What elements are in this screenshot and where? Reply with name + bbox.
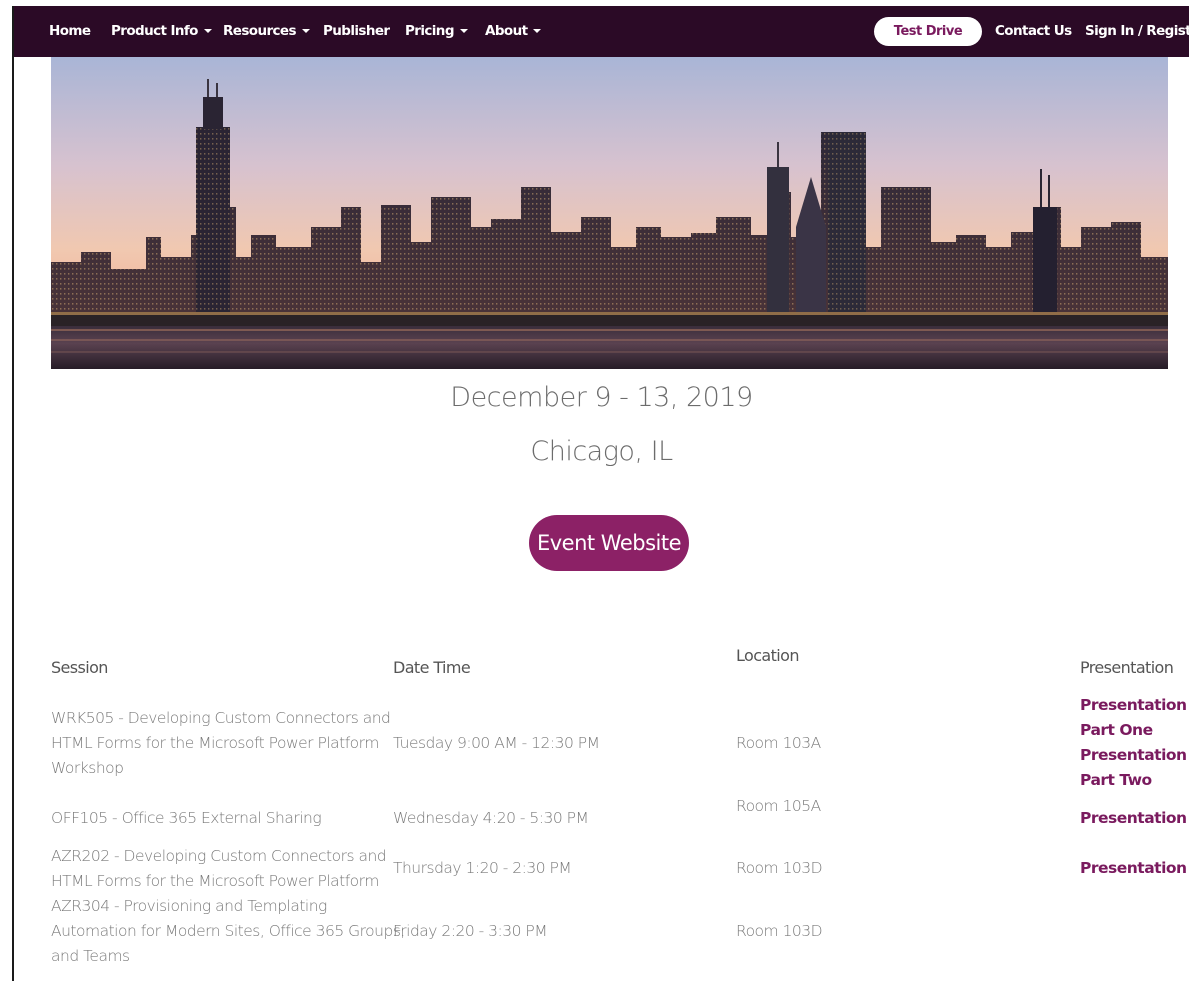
session-datetime: Thursday 1:20 - 2:30 PM (393, 859, 572, 877)
nav-contact-us-label: Contact Us (995, 23, 1072, 39)
session-location: Room 103D (736, 922, 823, 940)
session-line: WRK505 - Developing Custom Connectors an… (51, 709, 391, 727)
nav-pricing-label: Pricing (405, 23, 454, 39)
nav-home-label: Home (49, 23, 91, 39)
session-location: Room 103D (736, 859, 823, 877)
caret-down-icon (203, 29, 212, 33)
session-line: AZR202 - Developing Custom Connectors an… (51, 847, 387, 865)
session-datetime: Tuesday 9:00 AM - 12:30 PM (393, 734, 600, 752)
caret-down-icon (533, 29, 542, 33)
test-drive-button[interactable]: Test Drive (874, 17, 982, 46)
presentation-link[interactable]: Presentation (1080, 806, 1187, 831)
nav-resources-label: Resources (223, 23, 297, 39)
event-website-button[interactable]: Event Website (529, 515, 689, 571)
presentation-part-two-link-suffix[interactable]: Part Two (1080, 768, 1152, 793)
nav-publisher-label: Publisher (323, 23, 390, 39)
header-session: Session (51, 658, 108, 677)
window-edge (12, 6, 14, 981)
session-location: Room 103A (736, 734, 821, 752)
session-line: and Teams (51, 947, 130, 965)
session-line: OFF105 - Office 365 External Sharing (51, 809, 322, 827)
event-location: Chicago, IL (530, 436, 673, 467)
presentation-part-one-link[interactable]: Presentation (1080, 693, 1187, 718)
nav-home[interactable]: Home (49, 6, 91, 57)
nav-about-label: About (485, 23, 528, 39)
chicago-skyline-hero-image (51, 57, 1168, 369)
presentation-part-two-link[interactable]: Presentation (1080, 743, 1187, 768)
session-datetime: Friday 2:20 - 3:30 PM (393, 922, 548, 940)
page: Home Product Info Resources Publisher Pr… (0, 0, 1189, 981)
caret-down-icon (459, 29, 468, 33)
presentation-part-one-link-suffix[interactable]: Part One (1080, 718, 1153, 743)
nav-product-info-label: Product Info (111, 23, 198, 39)
nav-pricing[interactable]: Pricing (405, 6, 468, 57)
session-line: AZR304 - Provisioning and Templating (51, 897, 327, 915)
session-datetime: Wednesday 4:20 - 5:30 PM (393, 809, 589, 827)
nav-sign-in-label: Sign In / Register (1085, 23, 1189, 39)
event-date: December 9 - 13, 2019 (450, 382, 753, 413)
nav-sign-in[interactable]: Sign In / Register (1085, 6, 1189, 57)
header-location: Location (736, 646, 799, 665)
session-location: Room 105A (736, 797, 821, 815)
presentation-link[interactable]: Presentation (1080, 856, 1187, 881)
session-line: HTML Forms for the Microsoft Power Platf… (51, 872, 379, 890)
session-line: HTML Forms for the Microsoft Power Platf… (51, 734, 379, 752)
nav-about[interactable]: About (485, 6, 542, 57)
nav-resources[interactable]: Resources (223, 6, 310, 57)
session-line: Automation for Modern Sites, Office 365 … (51, 922, 405, 940)
header-datetime: Date Time (393, 658, 471, 677)
nav-publisher[interactable]: Publisher (323, 6, 390, 57)
top-navbar: Home Product Info Resources Publisher Pr… (14, 6, 1189, 57)
header-presentation: Presentation (1080, 658, 1174, 677)
nav-product-info[interactable]: Product Info (111, 6, 212, 57)
nav-contact-us[interactable]: Contact Us (995, 6, 1072, 57)
session-line: Workshop (51, 759, 124, 777)
caret-down-icon (301, 29, 310, 33)
